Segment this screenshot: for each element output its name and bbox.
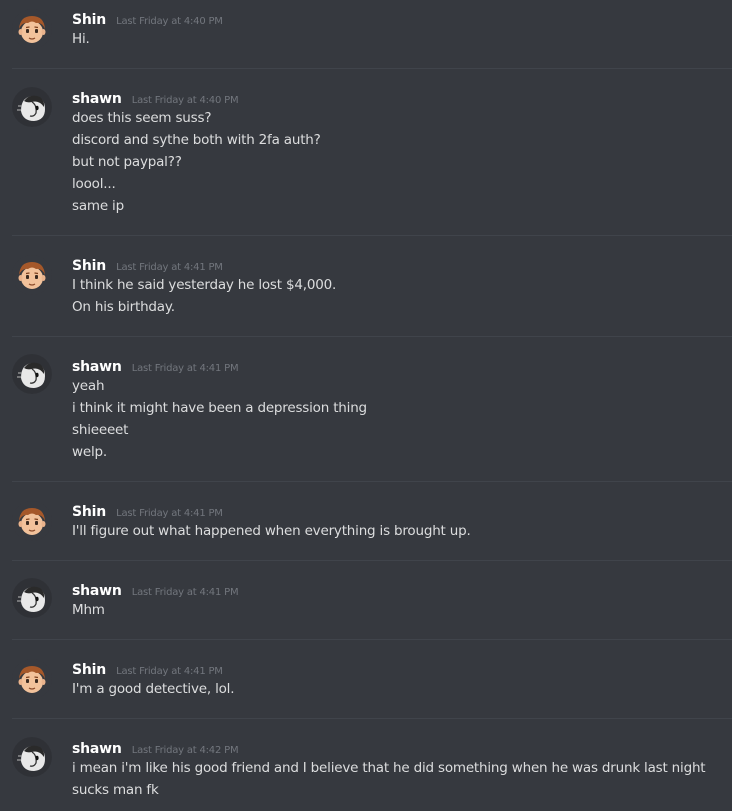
username[interactable]: shawn [72, 583, 122, 599]
shin-avatar-icon[interactable] [12, 9, 52, 49]
username[interactable]: Shin [72, 12, 106, 28]
chat-messages: Shin Last Friday at 4:40 PM Hi. shawn La… [0, 0, 732, 811]
message-text: Mhm [72, 602, 105, 618]
username[interactable]: shawn [72, 359, 122, 375]
timestamp: Last Friday at 4:41 PM [131, 587, 239, 598]
message-header: Shin Last Friday at 4:41 PM [72, 501, 223, 520]
username[interactable]: shawn [72, 741, 122, 757]
message-divider [12, 336, 732, 337]
username[interactable]: Shin [72, 662, 106, 678]
message-text: On his birthday. [72, 299, 175, 315]
message-text: I think he said yesterday he lost $4,000… [72, 277, 337, 293]
message-text: yeah [72, 378, 105, 394]
message-text: does this seem suss? [72, 110, 212, 126]
message-header: Shin Last Friday at 4:41 PM [72, 255, 223, 274]
shawn-avatar-icon[interactable] [12, 354, 52, 394]
message-divider [12, 68, 732, 69]
message-header: Shin Last Friday at 4:40 PM [72, 9, 223, 28]
username[interactable]: shawn [72, 91, 122, 107]
message-divider [12, 718, 732, 719]
message-divider [12, 560, 732, 561]
message-header: shawn Last Friday at 4:40 PM [72, 88, 239, 107]
message-text: i mean i'm like his good friend and I be… [72, 760, 706, 776]
message-header: shawn Last Friday at 4:41 PM [72, 580, 239, 599]
message-text: sucks man fk [72, 782, 159, 798]
shawn-avatar-icon[interactable] [12, 578, 52, 618]
timestamp: Last Friday at 4:41 PM [116, 666, 223, 677]
message-text: Hi. [72, 31, 90, 47]
shin-avatar-icon[interactable] [12, 255, 52, 295]
shin-avatar-icon[interactable] [12, 659, 52, 699]
message-text: same ip [72, 198, 124, 214]
timestamp: Last Friday at 4:41 PM [116, 508, 223, 519]
message-text: discord and sythe both with 2fa auth? [72, 132, 321, 148]
message-text: welp. [72, 444, 107, 460]
timestamp: Last Friday at 4:40 PM [116, 16, 223, 27]
timestamp: Last Friday at 4:42 PM [131, 745, 239, 756]
message-text: but not paypal?? [72, 154, 182, 170]
shawn-avatar-icon[interactable] [12, 87, 52, 127]
message-header: shawn Last Friday at 4:42 PM [72, 738, 239, 757]
message-text: I'll figure out what happened when every… [72, 523, 471, 539]
message-text: I'm a good detective, lol. [72, 681, 235, 697]
timestamp: Last Friday at 4:41 PM [131, 363, 239, 374]
message-divider [12, 481, 732, 482]
message-header: shawn Last Friday at 4:41 PM [72, 356, 239, 375]
message-text: shieeeet [72, 422, 129, 438]
username[interactable]: Shin [72, 504, 106, 520]
timestamp: Last Friday at 4:41 PM [116, 262, 223, 273]
timestamp: Last Friday at 4:40 PM [131, 95, 239, 106]
message-divider [12, 639, 732, 640]
shin-avatar-icon[interactable] [12, 501, 52, 541]
message-text: i think it might have been a depression … [72, 400, 367, 416]
message-header: Shin Last Friday at 4:41 PM [72, 659, 223, 678]
message-text: loool... [72, 176, 116, 192]
shawn-avatar-icon[interactable] [12, 737, 52, 777]
message-divider [12, 235, 732, 236]
username[interactable]: Shin [72, 258, 106, 274]
